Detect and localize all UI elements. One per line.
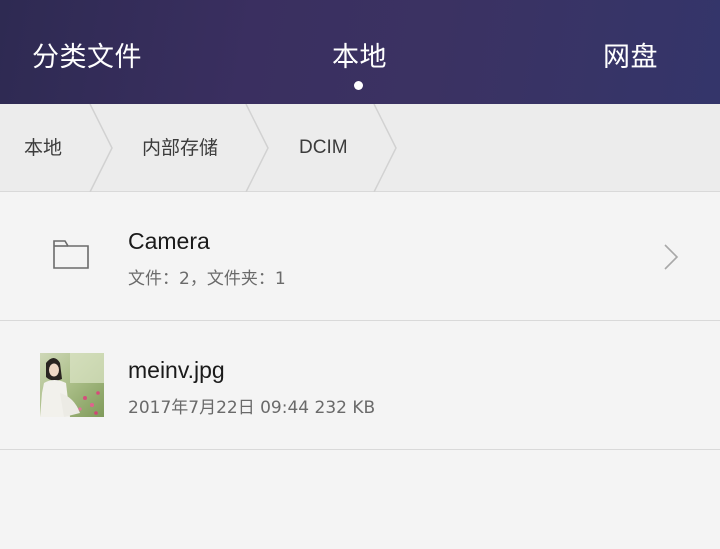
tab-local[interactable]: 本地 [332, 38, 387, 78]
list-item-folder[interactable]: Camera 文件：2，文件夹：1 [0, 192, 720, 321]
tab-category-files[interactable]: 分类文件 [32, 38, 142, 78]
item-meta: 文件：2，文件夹：1 [128, 269, 286, 289]
breadcrumb: 本地 内部存储 DCIM [0, 104, 720, 192]
list-item-file[interactable]: meinv.jpg 2017年7月22日 09:44 232 KB [0, 321, 720, 450]
item-name: Camera [128, 228, 210, 254]
tab-cloud-drive[interactable]: 网盘 [603, 38, 658, 78]
item-name: meinv.jpg [128, 357, 225, 383]
folder-icon [53, 240, 89, 269]
breadcrumb-separator-icon [89, 104, 113, 192]
breadcrumb-separator-icon [245, 104, 269, 192]
breadcrumb-item-local[interactable]: 本地 [24, 104, 62, 192]
breadcrumb-item-dcim[interactable]: DCIM [299, 104, 348, 192]
breadcrumb-separator-icon [373, 104, 397, 192]
image-thumbnail [40, 353, 104, 417]
top-tab-bar: 分类文件 本地 网盘 [0, 0, 720, 104]
breadcrumb-item-internal-storage[interactable]: 内部存储 [142, 104, 218, 192]
active-tab-indicator [354, 81, 363, 90]
file-list: Camera 文件：2，文件夹：1 meinv.jpg 2017年7月22日 0… [0, 192, 720, 450]
item-meta: 2017年7月22日 09:44 232 KB [128, 398, 376, 418]
chevron-right-icon [664, 244, 679, 270]
